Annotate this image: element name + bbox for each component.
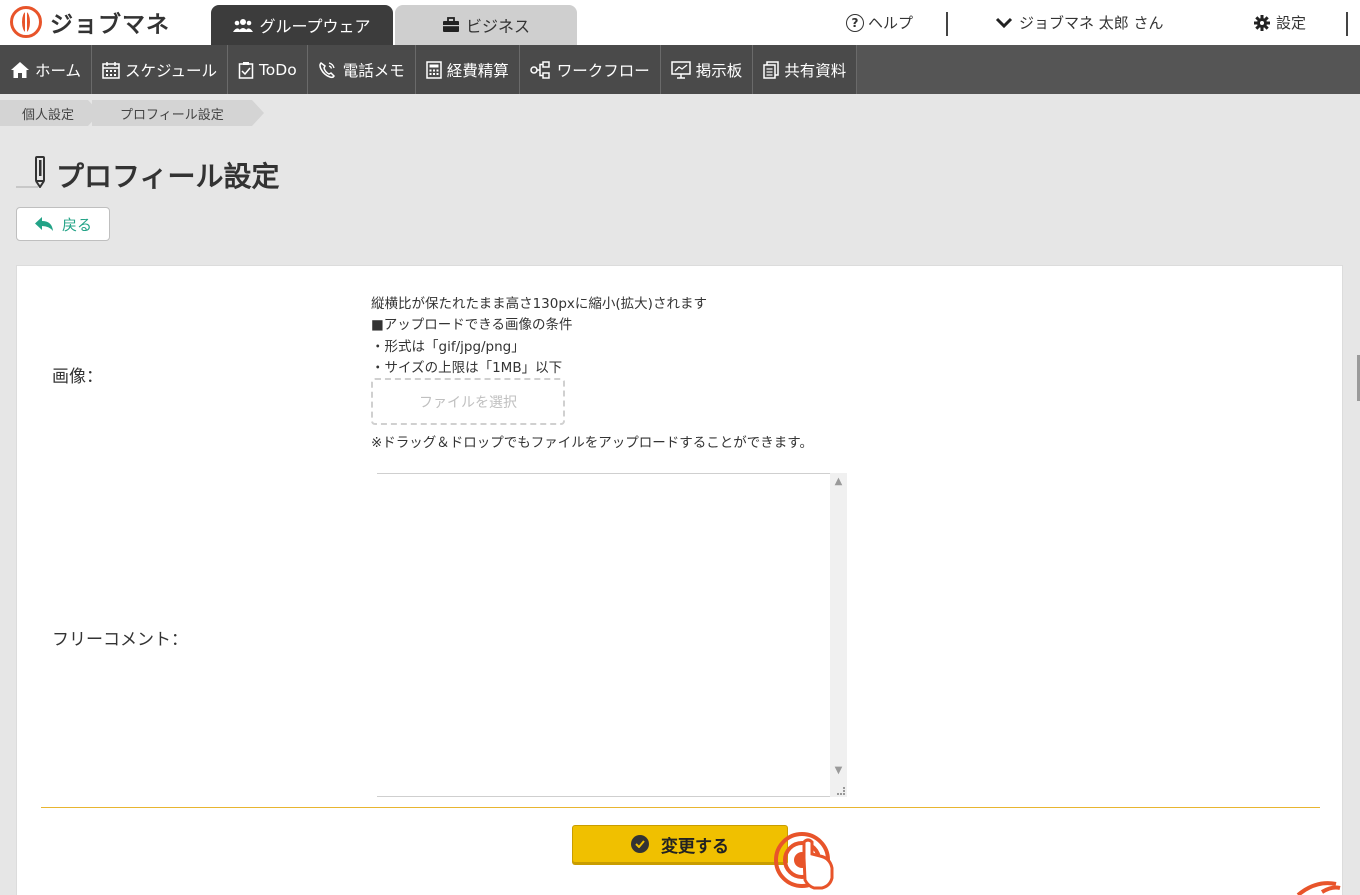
group-icon xyxy=(233,19,254,32)
profile-form-panel: 画像： 縦横比が保たれたまま高さ130pxに縮小(拡大)されます ■アップロード… xyxy=(16,265,1343,895)
breadcrumb-item-personal-settings[interactable]: 個人設定 xyxy=(0,100,101,126)
tap-hand-icon xyxy=(774,832,834,890)
check-icon xyxy=(631,835,649,853)
nav-item-phone-memo[interactable]: 電話メモ xyxy=(307,45,416,94)
tab-groupware[interactable]: グループウェア xyxy=(211,5,393,45)
settings-link[interactable]: 設定 xyxy=(1254,0,1306,45)
resize-grip-icon[interactable] xyxy=(837,787,845,795)
header-divider xyxy=(946,12,948,36)
comment-field-label: フリーコメント： xyxy=(52,630,188,650)
image-note-line: ・サイズの上限は「1MB」以下 xyxy=(371,359,563,376)
image-note-line: ■アップロードできる画像の条件 xyxy=(371,317,573,334)
app-logo[interactable]: ジョブマネ xyxy=(10,6,170,38)
nav-item-label: スケジュール xyxy=(125,61,217,80)
user-menu[interactable]: ジョブマネ 太郎 さん xyxy=(995,0,1164,45)
scrollbar-track[interactable] xyxy=(830,473,847,797)
documents-icon xyxy=(763,60,780,79)
main-nav: ホーム スケジュール ToDo 電話メモ 経費精算 ワークフロー 掲示板 共有資… xyxy=(0,45,1360,94)
tab-business-label: ビジネス xyxy=(465,17,530,36)
nav-item-schedule[interactable]: スケジュール xyxy=(92,45,228,94)
briefcase-icon xyxy=(442,17,459,32)
drag-and-drop-note: ※ドラッグ＆ドロップでもファイルをアップロードすることができます。 xyxy=(371,435,813,451)
help-icon: ? xyxy=(846,13,864,32)
board-icon xyxy=(671,60,691,79)
workflow-icon xyxy=(530,60,550,79)
image-upload-notes: 縦横比が保たれたまま高さ130pxに縮小(拡大)されます ■アップロードできる画… xyxy=(371,294,707,379)
calculator-icon xyxy=(425,60,442,79)
tab-groupware-label: グループウェア xyxy=(259,17,371,36)
home-icon xyxy=(11,61,29,78)
nav-item-board[interactable]: 掲示板 xyxy=(660,45,754,94)
user-name: ジョブマネ 太郎 さん xyxy=(1019,14,1164,32)
nav-item-workflow[interactable]: ワークフロー xyxy=(519,45,661,94)
nav-item-todo[interactable]: ToDo xyxy=(227,45,308,94)
nav-item-expenses[interactable]: 経費精算 xyxy=(415,45,520,94)
top-header: ジョブマネ グループウェア ビジネス ? ヘルプ ジョブマネ 太郎 さん 設定 xyxy=(0,0,1360,45)
back-button[interactable]: 戻る xyxy=(16,207,110,241)
file-select-button[interactable]: ファイルを選択 xyxy=(371,378,565,425)
form-divider xyxy=(41,807,1320,808)
nav-item-label: ワークフロー xyxy=(556,61,650,80)
image-field-label: 画像： xyxy=(52,367,103,387)
submit-change-button[interactable]: 変更する xyxy=(572,825,788,863)
back-button-label: 戻る xyxy=(61,215,92,234)
submit-button-label: 変更する xyxy=(661,836,729,857)
nav-item-label: 掲示板 xyxy=(695,61,743,80)
app-name: ジョブマネ xyxy=(50,12,170,38)
gear-icon xyxy=(1254,14,1270,31)
scroll-up-arrow-icon[interactable]: ▲ xyxy=(830,473,847,490)
reply-arrow-icon xyxy=(34,217,53,231)
nav-item-shared-documents[interactable]: 共有資料 xyxy=(753,45,858,94)
scroll-down-arrow-icon[interactable]: ▼ xyxy=(830,762,847,779)
textarea-scrollbar[interactable]: ▲ ▼ xyxy=(830,473,847,797)
tab-business[interactable]: ビジネス xyxy=(395,5,577,45)
chevron-down-icon xyxy=(995,17,1013,28)
nav-item-label: 電話メモ xyxy=(342,61,405,80)
pencil-icon xyxy=(16,156,45,188)
calendar-icon xyxy=(102,61,120,79)
nav-item-label: 経費精算 xyxy=(446,61,509,80)
help-label: ヘルプ xyxy=(868,14,914,32)
nav-item-home[interactable]: ホーム xyxy=(0,45,93,94)
nav-item-label: ToDo xyxy=(258,60,297,79)
image-note-line: 縦横比が保たれたまま高さ130pxに縮小(拡大)されます xyxy=(371,296,707,312)
header-divider xyxy=(1346,12,1348,36)
corner-decoration-icon xyxy=(1296,881,1341,895)
free-comment-textarea[interactable] xyxy=(377,473,847,797)
phone-icon xyxy=(318,61,335,78)
breadcrumb-item-profile-settings: プロフィール設定 xyxy=(92,100,264,126)
page-title: プロフィール設定 xyxy=(56,160,280,193)
nav-item-label: 共有資料 xyxy=(784,61,847,80)
logo-mark-icon xyxy=(10,6,42,38)
nav-item-label: ホーム xyxy=(35,61,82,80)
breadcrumb: 個人設定 プロフィール設定 xyxy=(0,100,264,126)
help-link[interactable]: ? ヘルプ xyxy=(846,0,913,45)
settings-label: 設定 xyxy=(1276,14,1307,32)
image-note-line: ・形式は「gif/jpg/png」 xyxy=(371,338,525,355)
clipboard-icon xyxy=(238,61,254,79)
